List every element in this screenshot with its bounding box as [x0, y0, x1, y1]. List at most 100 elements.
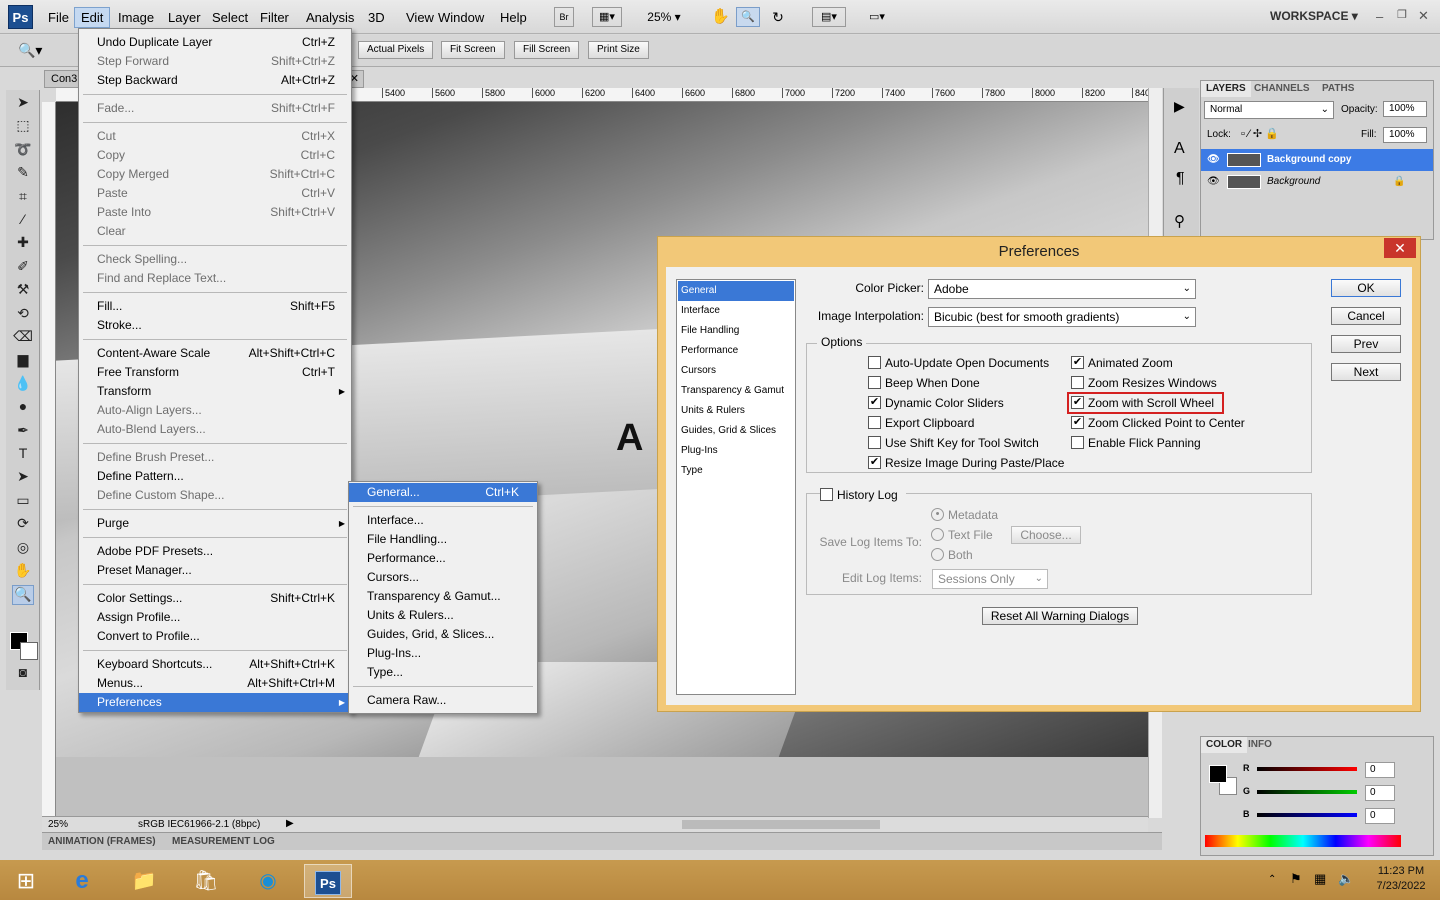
- color-spectrum-bar[interactable]: [1205, 835, 1401, 847]
- rotate-view-icon[interactable]: ↻: [768, 7, 788, 27]
- checkbox-export-clipboard[interactable]: Export Clipboard: [868, 415, 1058, 431]
- eraser-tool-icon[interactable]: ⌫: [12, 328, 34, 348]
- checkbox-animated-zoom[interactable]: ✔ Animated Zoom: [1071, 355, 1261, 371]
- blend-mode-select[interactable]: Normal ⌄: [1204, 101, 1334, 119]
- pref-submenu-item-file-handling[interactable]: File Handling...: [349, 530, 537, 549]
- checkbox-box[interactable]: [868, 436, 881, 449]
- checkbox-beep-when-done[interactable]: Beep When Done: [868, 375, 1058, 391]
- color-picker-select[interactable]: Adobe ⌄: [928, 279, 1196, 299]
- edit-menu-item-auto-blend-layers[interactable]: Auto-Blend Layers...: [79, 420, 351, 439]
- checkbox-box[interactable]: [868, 356, 881, 369]
- network-icon[interactable]: ▦: [1314, 871, 1326, 887]
- internet-explorer-icon[interactable]: e: [58, 864, 106, 898]
- g-slider[interactable]: [1257, 790, 1357, 794]
- r-value[interactable]: 0: [1365, 762, 1395, 778]
- edit-menu-item-fill[interactable]: Fill... Shift+F5: [79, 297, 351, 316]
- radio-both[interactable]: Both: [931, 547, 1021, 563]
- checkbox-box[interactable]: ✔: [868, 396, 881, 409]
- category-file-handling[interactable]: File Handling: [678, 321, 794, 341]
- checkbox-box[interactable]: ✔: [868, 456, 881, 469]
- pref-submenu-item-transparency-gamut[interactable]: Transparency & Gamut...: [349, 587, 537, 606]
- screen-mode-icon[interactable]: ▭▾: [860, 7, 894, 27]
- radio-text-file[interactable]: Text File: [931, 527, 1021, 543]
- edit-menu-item-check-spelling[interactable]: Check Spelling...: [79, 250, 351, 269]
- edit-menu-item-menus[interactable]: Menus... Alt+Shift+Ctrl+M: [79, 674, 351, 693]
- tab-color[interactable]: COLOR: [1201, 737, 1248, 753]
- close-icon[interactable]: ✕: [1384, 238, 1416, 258]
- menu-select[interactable]: Select: [206, 8, 254, 27]
- edit-menu-item-clear[interactable]: Clear: [79, 222, 351, 241]
- b-slider[interactable]: [1257, 813, 1357, 817]
- checkbox-box[interactable]: [868, 376, 881, 389]
- print-size-button[interactable]: Print Size: [588, 41, 649, 59]
- pref-submenu-item-cursors[interactable]: Cursors...: [349, 568, 537, 587]
- edit-menu-item-define-pattern[interactable]: Define Pattern...: [79, 467, 351, 486]
- store-icon[interactable]: 🛍: [182, 864, 230, 898]
- view-extras-icon[interactable]: ▦▾: [592, 7, 622, 27]
- checkbox-dynamic-color-sliders[interactable]: ✔ Dynamic Color Sliders: [868, 395, 1058, 411]
- edit-menu-item-cut[interactable]: Cut Ctrl+X: [79, 127, 351, 146]
- hand-tool-icon[interactable]: ✋: [12, 562, 34, 582]
- file-explorer-icon[interactable]: 📁: [120, 864, 168, 898]
- crop-tool-icon[interactable]: ⌗: [12, 188, 34, 208]
- checkbox-use-shift-key-for-tool-switch[interactable]: Use Shift Key for Tool Switch: [868, 435, 1058, 451]
- fill-screen-button[interactable]: Fill Screen: [514, 41, 580, 59]
- blur-tool-icon[interactable]: 💧: [12, 375, 34, 395]
- zoom-tool-icon[interactable]: 🔍: [12, 585, 34, 606]
- layer-row[interactable]: 👁 Background 🔒: [1201, 171, 1433, 193]
- tab-measurement-log[interactable]: MEASUREMENT LOG: [172, 836, 275, 847]
- checkbox-zoom-resizes-windows[interactable]: Zoom Resizes Windows: [1071, 375, 1261, 391]
- reset-warnings-button[interactable]: Reset All Warning Dialogs: [982, 607, 1138, 625]
- menu-help[interactable]: Help: [494, 8, 533, 27]
- menu-edit[interactable]: Edit: [74, 7, 111, 28]
- lasso-tool-icon[interactable]: ➰: [12, 141, 34, 161]
- edit-menu-item-content-aware-scale[interactable]: Content-Aware Scale Alt+Shift+Ctrl+C: [79, 344, 351, 363]
- eyedropper-tool-icon[interactable]: ⁄: [12, 211, 34, 231]
- checkbox-box[interactable]: [868, 416, 881, 429]
- edit-menu-item-purge[interactable]: Purge ▶: [79, 514, 351, 533]
- edit-menu-item-assign-profile[interactable]: Assign Profile...: [79, 608, 351, 627]
- gradient-tool-icon[interactable]: ▆: [12, 351, 34, 371]
- ok-button[interactable]: OK: [1331, 279, 1401, 297]
- horizontal-scroll-thumb[interactable]: [682, 820, 880, 829]
- pen-tool-icon[interactable]: ✒: [12, 422, 34, 442]
- menu-image[interactable]: Image: [112, 8, 160, 27]
- zoom-level-combo[interactable]: 25% ▾: [640, 7, 688, 27]
- next-button[interactable]: Next: [1331, 363, 1401, 381]
- tab-animation-frames[interactable]: ANIMATION (FRAMES): [48, 836, 156, 847]
- b-value[interactable]: 0: [1365, 808, 1395, 824]
- shape-tool-icon[interactable]: ▭: [12, 492, 34, 512]
- menu-3d[interactable]: 3D: [362, 8, 391, 27]
- menu-analysis[interactable]: Analysis: [300, 8, 360, 27]
- path-select-icon[interactable]: ➤: [12, 468, 34, 488]
- checkbox-box[interactable]: [1071, 436, 1084, 449]
- edit-menu-item-preferences[interactable]: Preferences ▶: [79, 693, 351, 712]
- edit-menu-item-step-forward[interactable]: Step Forward Shift+Ctrl+Z: [79, 52, 351, 71]
- action-center-icon[interactable]: ⚑: [1290, 871, 1302, 887]
- visibility-eye-icon[interactable]: 👁: [1207, 149, 1220, 171]
- category-guides-grid-slices[interactable]: Guides, Grid & Slices: [678, 421, 794, 441]
- edit-menu-item-stroke[interactable]: Stroke...: [79, 316, 351, 335]
- history-brush-icon[interactable]: ⟲: [12, 305, 34, 325]
- checkbox-auto-update-open-documents[interactable]: Auto-Update Open Documents: [868, 355, 1058, 371]
- edge-icon[interactable]: ◉: [244, 864, 292, 898]
- brush-tool-icon[interactable]: ✐: [12, 258, 34, 278]
- tab-paths[interactable]: PATHS: [1317, 81, 1359, 97]
- interpolation-select[interactable]: Bicubic (best for smooth gradients) ⌄: [928, 307, 1196, 327]
- pref-submenu-item-camera-raw[interactable]: Camera Raw...: [349, 691, 537, 710]
- fill-field[interactable]: 100%: [1383, 127, 1427, 143]
- lock-icons[interactable]: ▫ ⁄ ✢ 🔒: [1241, 127, 1279, 140]
- tab-info[interactable]: INFO: [1243, 737, 1277, 753]
- category-plug-ins[interactable]: Plug-Ins: [678, 441, 794, 461]
- healing-brush-icon[interactable]: ✚: [12, 234, 34, 254]
- pref-submenu-item-units-rulers[interactable]: Units & Rulers...: [349, 606, 537, 625]
- edit-menu-item-color-settings[interactable]: Color Settings... Shift+Ctrl+K: [79, 589, 351, 608]
- category-units-rulers[interactable]: Units & Rulers: [678, 401, 794, 421]
- system-clock[interactable]: 11:23 PM 7/23/2022: [1368, 864, 1434, 898]
- opacity-field[interactable]: 100%: [1383, 101, 1427, 117]
- play-actions-icon[interactable]: ▶: [1174, 98, 1185, 115]
- visibility-eye-icon[interactable]: 👁: [1207, 171, 1220, 193]
- edit-menu-item-fade[interactable]: Fade... Shift+Ctrl+F: [79, 99, 351, 118]
- edit-menu-item-step-backward[interactable]: Step Backward Alt+Ctrl+Z: [79, 71, 351, 90]
- edit-menu-item-preset-manager[interactable]: Preset Manager...: [79, 561, 351, 580]
